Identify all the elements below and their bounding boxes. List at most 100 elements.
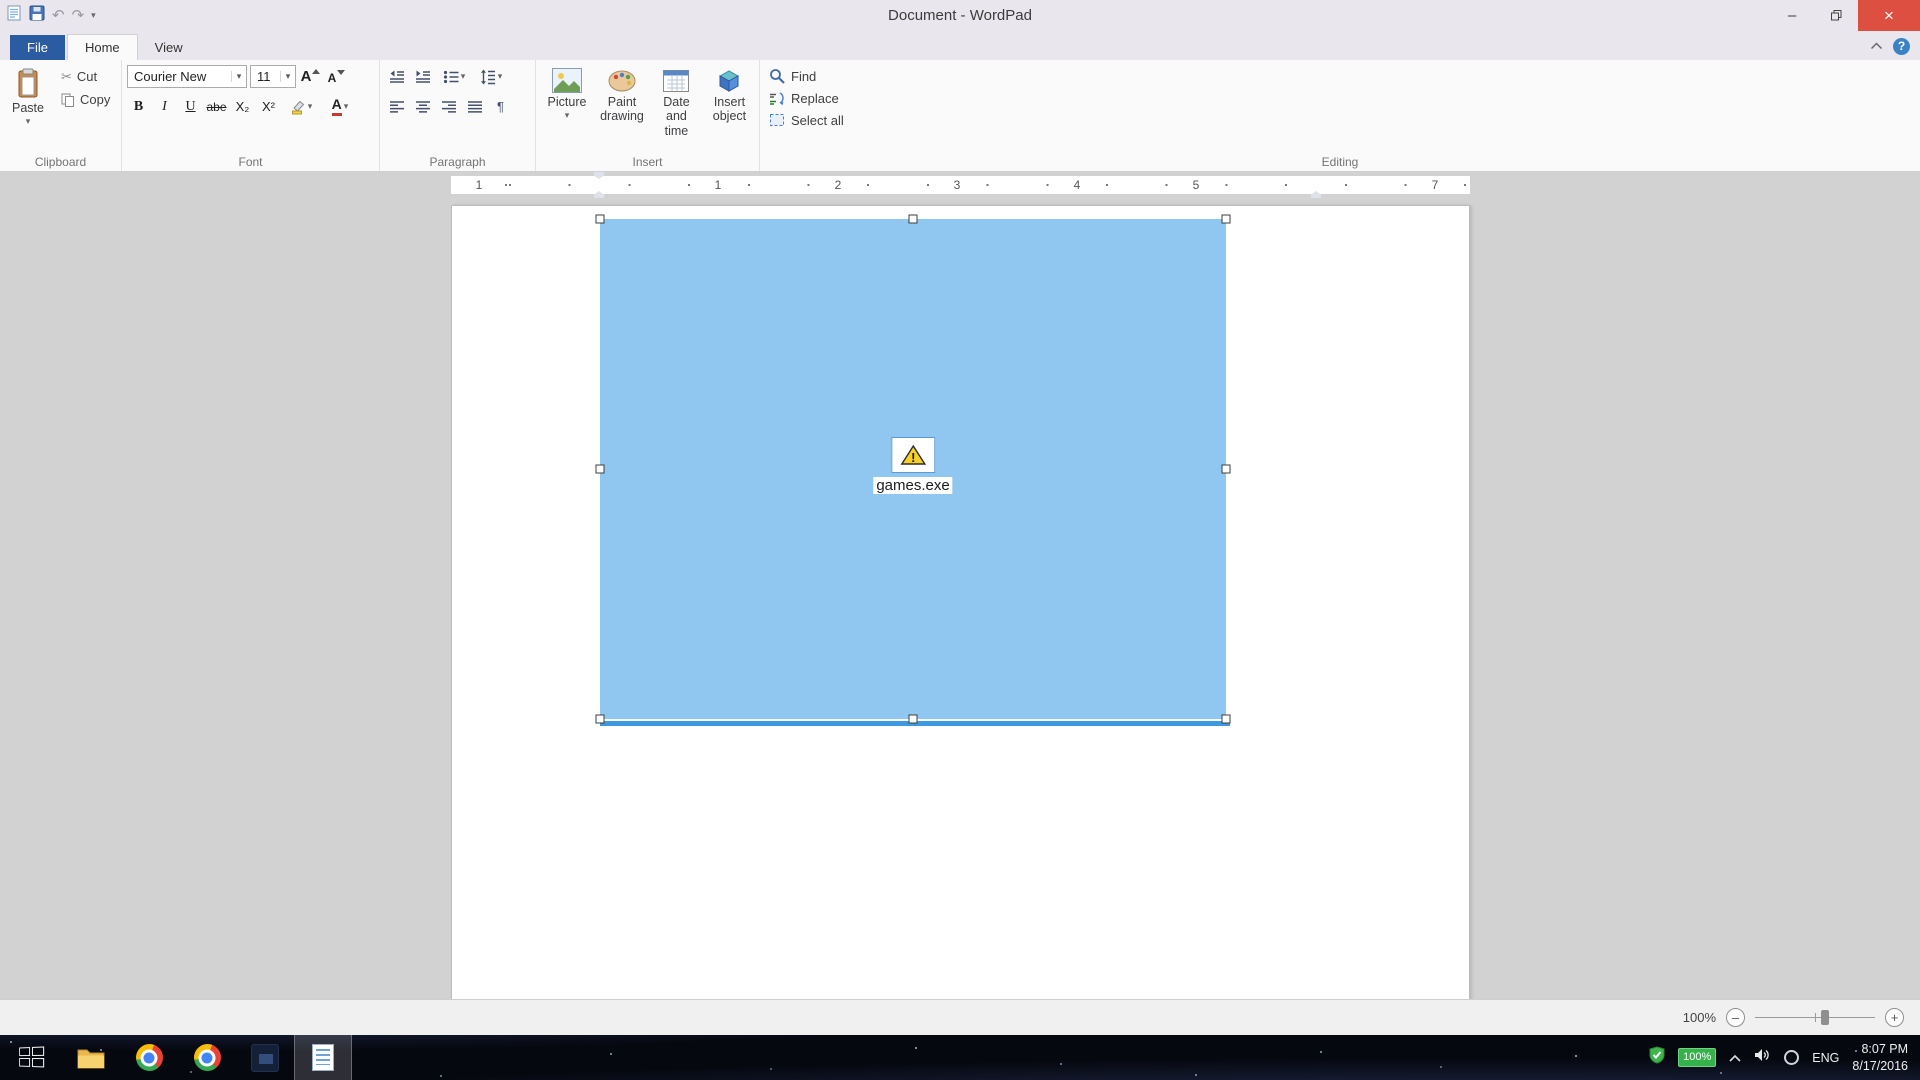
- zoom-out-button[interactable]: –: [1726, 1008, 1745, 1027]
- line-spacing-button[interactable]: ▾: [474, 65, 508, 88]
- paste-dropdown-icon[interactable]: ▾: [26, 117, 31, 126]
- tab-view[interactable]: View: [138, 35, 200, 60]
- left-indent-marker[interactable]: [594, 191, 604, 198]
- ruler-number: 2: [835, 178, 842, 192]
- resize-handle-top-middle[interactable]: [909, 215, 918, 224]
- align-left-button[interactable]: [385, 95, 408, 118]
- document-area: ! games.exe: [0, 198, 1920, 999]
- font-size-select[interactable]: 11 ▾: [250, 65, 296, 88]
- ruler-bar: 1 1 2 3 4 5 7: [0, 172, 1920, 198]
- font-color-button[interactable]: A ▾: [322, 95, 358, 118]
- tab-home[interactable]: Home: [67, 34, 138, 60]
- picture-dropdown-icon[interactable]: ▾: [565, 111, 570, 120]
- language-indicator[interactable]: ENG: [1812, 1051, 1839, 1065]
- date-time-button[interactable]: Date and time: [651, 65, 702, 141]
- resize-handle-bottom-right[interactable]: [1222, 715, 1231, 724]
- paint-palette-icon: [608, 68, 636, 93]
- align-right-button[interactable]: [437, 95, 460, 118]
- paste-button[interactable]: Paste ▾: [5, 65, 51, 129]
- font-family-dropdown-icon[interactable]: ▾: [231, 71, 246, 82]
- paragraph-dialog-button[interactable]: ¶: [489, 95, 512, 118]
- zoom-slider-thumb[interactable]: [1821, 1010, 1829, 1025]
- select-all-icon: [769, 112, 785, 128]
- replace-button[interactable]: Replace: [765, 87, 839, 109]
- taskbar-item-dark-app[interactable]: [236, 1035, 294, 1080]
- taskbar-item-wordpad[interactable]: [294, 1035, 352, 1080]
- decrease-indent-icon: [389, 69, 405, 85]
- insert-object-button[interactable]: Insert object: [705, 65, 754, 127]
- copy-button[interactable]: Copy: [57, 88, 114, 111]
- align-center-button[interactable]: [411, 95, 434, 118]
- decrease-indent-button[interactable]: [385, 65, 408, 88]
- insert-picture-button[interactable]: Picture ▾: [541, 65, 593, 123]
- ruler-number: 4: [1074, 178, 1081, 192]
- taskbar-clock[interactable]: 8:07 PM 8/17/2016: [1852, 1041, 1908, 1075]
- wordpad-app-icon: [6, 5, 22, 26]
- resize-handle-top-left[interactable]: [596, 215, 605, 224]
- taskbar-item-browser-1[interactable]: [120, 1035, 178, 1080]
- zoom-slider[interactable]: [1755, 1008, 1875, 1027]
- increase-indent-button[interactable]: [411, 65, 434, 88]
- cut-icon: ✂: [61, 69, 72, 85]
- highlight-color-button[interactable]: ▾: [283, 95, 319, 118]
- ruler-number: 1: [715, 178, 722, 192]
- resize-handle-top-right[interactable]: [1222, 215, 1231, 224]
- clock-time: 8:07 PM: [1852, 1041, 1908, 1058]
- paste-icon: [15, 68, 41, 99]
- volume-icon[interactable]: [1754, 1048, 1771, 1067]
- editing-group-label: Editing: [760, 155, 1920, 169]
- embedded-object[interactable]: ! games.exe: [600, 219, 1226, 719]
- security-shield-icon[interactable]: [1649, 1046, 1665, 1069]
- file-explorer-icon: [77, 1047, 105, 1069]
- grow-font-button[interactable]: A: [299, 65, 322, 88]
- find-button[interactable]: Find: [765, 65, 816, 87]
- taskbar-item-browser-2[interactable]: [178, 1035, 236, 1080]
- network-icon[interactable]: [1784, 1050, 1799, 1065]
- zoom-in-button[interactable]: +: [1885, 1008, 1904, 1027]
- minimize-button[interactable]: –: [1770, 0, 1814, 31]
- collapse-ribbon-icon[interactable]: [1870, 37, 1883, 55]
- tab-file[interactable]: File: [10, 35, 65, 60]
- justify-button[interactable]: [463, 95, 486, 118]
- first-line-indent-marker[interactable]: [594, 172, 604, 179]
- shrink-font-button[interactable]: A: [325, 65, 348, 88]
- right-indent-marker[interactable]: [1311, 191, 1321, 198]
- font-size-dropdown-icon[interactable]: ▾: [280, 71, 295, 82]
- list-button[interactable]: ▾: [437, 65, 471, 88]
- group-editing: Find Replace Select all Editing: [760, 60, 1920, 171]
- select-all-button[interactable]: Select all: [765, 109, 844, 131]
- bold-button[interactable]: B: [127, 95, 150, 118]
- help-icon[interactable]: ?: [1893, 38, 1910, 55]
- increase-indent-icon: [415, 69, 431, 85]
- start-button[interactable]: [0, 1035, 62, 1080]
- underline-button[interactable]: U: [179, 95, 202, 118]
- ribbon-tab-row: File Home View ?: [0, 31, 1920, 60]
- ruler-number: 7: [1432, 178, 1439, 192]
- warning-file-icon: !: [891, 437, 935, 473]
- picture-icon: [552, 68, 582, 93]
- pilcrow-icon: ¶: [497, 99, 504, 114]
- embedded-file-shortcut[interactable]: ! games.exe: [873, 437, 952, 494]
- redo-button[interactable]: ↷: [72, 8, 85, 23]
- strikethrough-button[interactable]: abe: [205, 95, 228, 118]
- battery-indicator[interactable]: 100%: [1678, 1048, 1716, 1066]
- copy-icon: [61, 93, 75, 107]
- paint-drawing-button[interactable]: Paint drawing: [596, 65, 648, 127]
- document-page[interactable]: ! games.exe: [451, 205, 1470, 999]
- resize-handle-bottom-left[interactable]: [596, 715, 605, 724]
- superscript-button[interactable]: X²: [257, 95, 280, 118]
- font-family-select[interactable]: Courier New ▾: [127, 65, 247, 88]
- cut-button[interactable]: ✂ Cut: [57, 65, 114, 88]
- italic-button[interactable]: I: [153, 95, 176, 118]
- save-button[interactable]: [29, 5, 45, 26]
- resize-handle-middle-left[interactable]: [596, 465, 605, 474]
- restore-button[interactable]: [1814, 0, 1858, 31]
- show-hidden-icons-button[interactable]: [1729, 1049, 1741, 1067]
- qat-customize-button[interactable]: ▾: [91, 11, 96, 20]
- resize-handle-middle-right[interactable]: [1222, 465, 1231, 474]
- resize-handle-bottom-middle[interactable]: [909, 715, 918, 724]
- taskbar-item-file-explorer[interactable]: [62, 1035, 120, 1080]
- close-button[interactable]: ×: [1858, 0, 1920, 31]
- undo-button[interactable]: ↶: [52, 8, 65, 23]
- subscript-button[interactable]: X₂: [231, 95, 254, 118]
